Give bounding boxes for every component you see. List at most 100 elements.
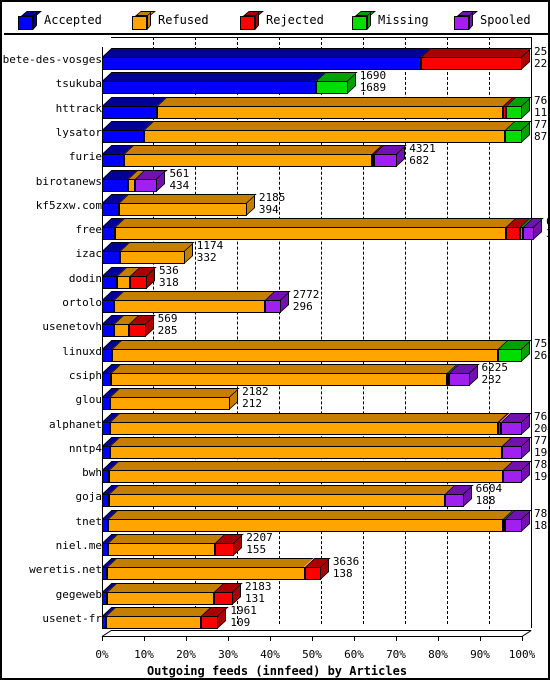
x-axis-tick-label-10: 100%: [508, 648, 536, 661]
bar-segment-refused[interactable]: [106, 615, 201, 629]
bar-segment-refused[interactable]: [108, 518, 504, 532]
x-axis-tick-7: [396, 636, 397, 641]
y-axis-label-bwh: bwh: [82, 466, 102, 480]
bar-segment-spooled[interactable]: [500, 421, 522, 435]
y-axis-label-niel.me: niel.me: [55, 539, 102, 552]
bar-segment-refused[interactable]: [109, 470, 504, 484]
bar-segment-spooled[interactable]: [448, 372, 470, 386]
bar-segment-spooled[interactable]: [502, 445, 522, 459]
chart-row: kf5zxw.com 2185 394: [4, 191, 550, 216]
bar-segment-accepted[interactable]: [102, 300, 115, 313]
x-axis-tick-label-8: 80%: [428, 648, 448, 661]
bar-top-face-refused: [107, 558, 315, 568]
bar-segment-accepted[interactable]: [102, 202, 119, 216]
y-axis-label-goja: goja: [75, 490, 103, 504]
x-axis-tick-4: [270, 636, 271, 641]
bar-segment-spooled[interactable]: [444, 494, 464, 508]
bar-segment-rejected[interactable]: [130, 275, 147, 289]
bar-segment-refused[interactable]: [115, 227, 507, 241]
bar-segment-accepted[interactable]: [102, 494, 109, 508]
bar-segment-refused[interactable]: [108, 543, 216, 556]
bar-segment-rejected[interactable]: [214, 591, 234, 605]
bar-segment-spooled[interactable]: [374, 154, 398, 168]
bar-segment-refused[interactable]: [116, 275, 131, 289]
bar-top-face-refused: [108, 534, 226, 543]
x-axis: Outgoing feeds (innfeed) by Articles 0% 1…: [4, 630, 550, 680]
bar-segment-refused[interactable]: [119, 251, 185, 265]
chart-row: dodin 536 318: [4, 264, 550, 289]
bar-segment-accepted[interactable]: [102, 445, 110, 459]
bar-value-secondary: 190: [534, 470, 550, 484]
bar-segment-accepted[interactable]: [102, 227, 116, 241]
bar-segment-accepted[interactable]: [102, 324, 114, 338]
bar-value-total: 7753: [534, 117, 550, 131]
bar-segment-refused[interactable]: [109, 445, 503, 459]
bar-segment-accepted[interactable]: [102, 470, 110, 484]
bar-segment-refused[interactable]: [113, 324, 129, 338]
bar-segment-refused[interactable]: [110, 372, 447, 386]
chart-row: bete-des-vosges 25382241: [3, 45, 550, 70]
bar-segment-accepted[interactable]: [102, 421, 110, 435]
legend-label: Missing: [378, 13, 429, 27]
legend-item-missing[interactable]: Missing: [352, 9, 429, 31]
bar-segment-accepted[interactable]: [102, 154, 124, 168]
bar-value-secondary: 1119: [534, 105, 550, 119]
bar-value-total: 7514: [534, 336, 550, 350]
bar-segment-missing[interactable]: [505, 129, 522, 143]
legend-item-accepted[interactable]: Accepted: [18, 9, 102, 31]
bar-segment-rejected[interactable]: [506, 227, 521, 241]
bar-segment-refused[interactable]: [123, 154, 372, 168]
bar-segment-spooled[interactable]: [503, 470, 522, 484]
x-axis-tick-9: [480, 636, 481, 641]
bar-segment-accepted[interactable]: [102, 178, 129, 192]
bar-segment-rejected[interactable]: [200, 615, 219, 629]
legend-item-spooled[interactable]: Spooled: [454, 9, 531, 31]
bar-segment-refused[interactable]: [114, 300, 266, 313]
bar-segment-spooled[interactable]: [265, 300, 281, 313]
legend-item-rejected[interactable]: Rejected: [240, 9, 324, 31]
bar-segment-rejected[interactable]: [304, 567, 321, 581]
bar-segment-accepted[interactable]: [102, 57, 422, 70]
bar-segment-accepted[interactable]: [102, 372, 111, 386]
bar-segment-refused[interactable]: [156, 105, 504, 119]
bar-value-total: 2185: [258, 190, 286, 204]
y-axis-label-weretis.net: weretis.net: [29, 563, 102, 577]
bar-segment-refused[interactable]: [144, 129, 506, 143]
bar-segment-rejected[interactable]: [421, 57, 522, 70]
bar-segment-rejected[interactable]: [128, 324, 146, 338]
chart-legend: Accepted Refused Rejected Missing Spooled: [4, 4, 550, 35]
bar-segment-accepted[interactable]: [102, 81, 317, 95]
swatch-front: [352, 15, 367, 30]
plot-area: bete-des-vosges25382241tsukuba16901689ht…: [3, 35, 550, 680]
bar-segment-accepted[interactable]: [102, 251, 120, 265]
bar-segment-spooled[interactable]: [504, 518, 522, 532]
bar-segment-refused[interactable]: [128, 178, 135, 192]
x-axis-tick-8: [438, 636, 439, 641]
bar-segment-refused[interactable]: [118, 202, 247, 216]
bar-segment-accepted[interactable]: [102, 105, 157, 119]
bar-segment-missing[interactable]: [505, 105, 522, 119]
bar-segment-spooled[interactable]: [134, 178, 158, 192]
bar-segment-rejected[interactable]: [215, 543, 235, 556]
y-axis-label-nntp4: nntp4: [68, 441, 102, 455]
bar-segment-refused[interactable]: [107, 567, 305, 581]
chart-row: glou 2182 212: [4, 385, 550, 411]
bar-segment-accepted[interactable]: [102, 397, 111, 411]
x-axis-tick-10: [522, 636, 523, 641]
bar-segment-accepted[interactable]: [102, 348, 113, 362]
bar-top-face-refused: [114, 291, 276, 300]
bar-value-total: 561: [169, 166, 190, 180]
bar-segment-accepted[interactable]: [102, 275, 117, 289]
bar-value-total: 6352: [546, 215, 550, 229]
chart-row: alphanet 7676204: [4, 410, 550, 435]
legend-item-refused[interactable]: Refused: [132, 9, 209, 31]
bar-segment-missing[interactable]: [316, 81, 348, 95]
bar-segment-accepted[interactable]: [102, 129, 144, 143]
bar-segment-refused[interactable]: [112, 348, 499, 362]
bar-segment-refused[interactable]: [109, 421, 499, 435]
bar-segment-refused[interactable]: [107, 591, 215, 605]
bar-segment-missing[interactable]: [498, 348, 522, 362]
bar-segment-refused[interactable]: [108, 494, 445, 508]
bar-top-face-refused: [156, 96, 513, 106]
bar-segment-refused[interactable]: [110, 397, 231, 411]
